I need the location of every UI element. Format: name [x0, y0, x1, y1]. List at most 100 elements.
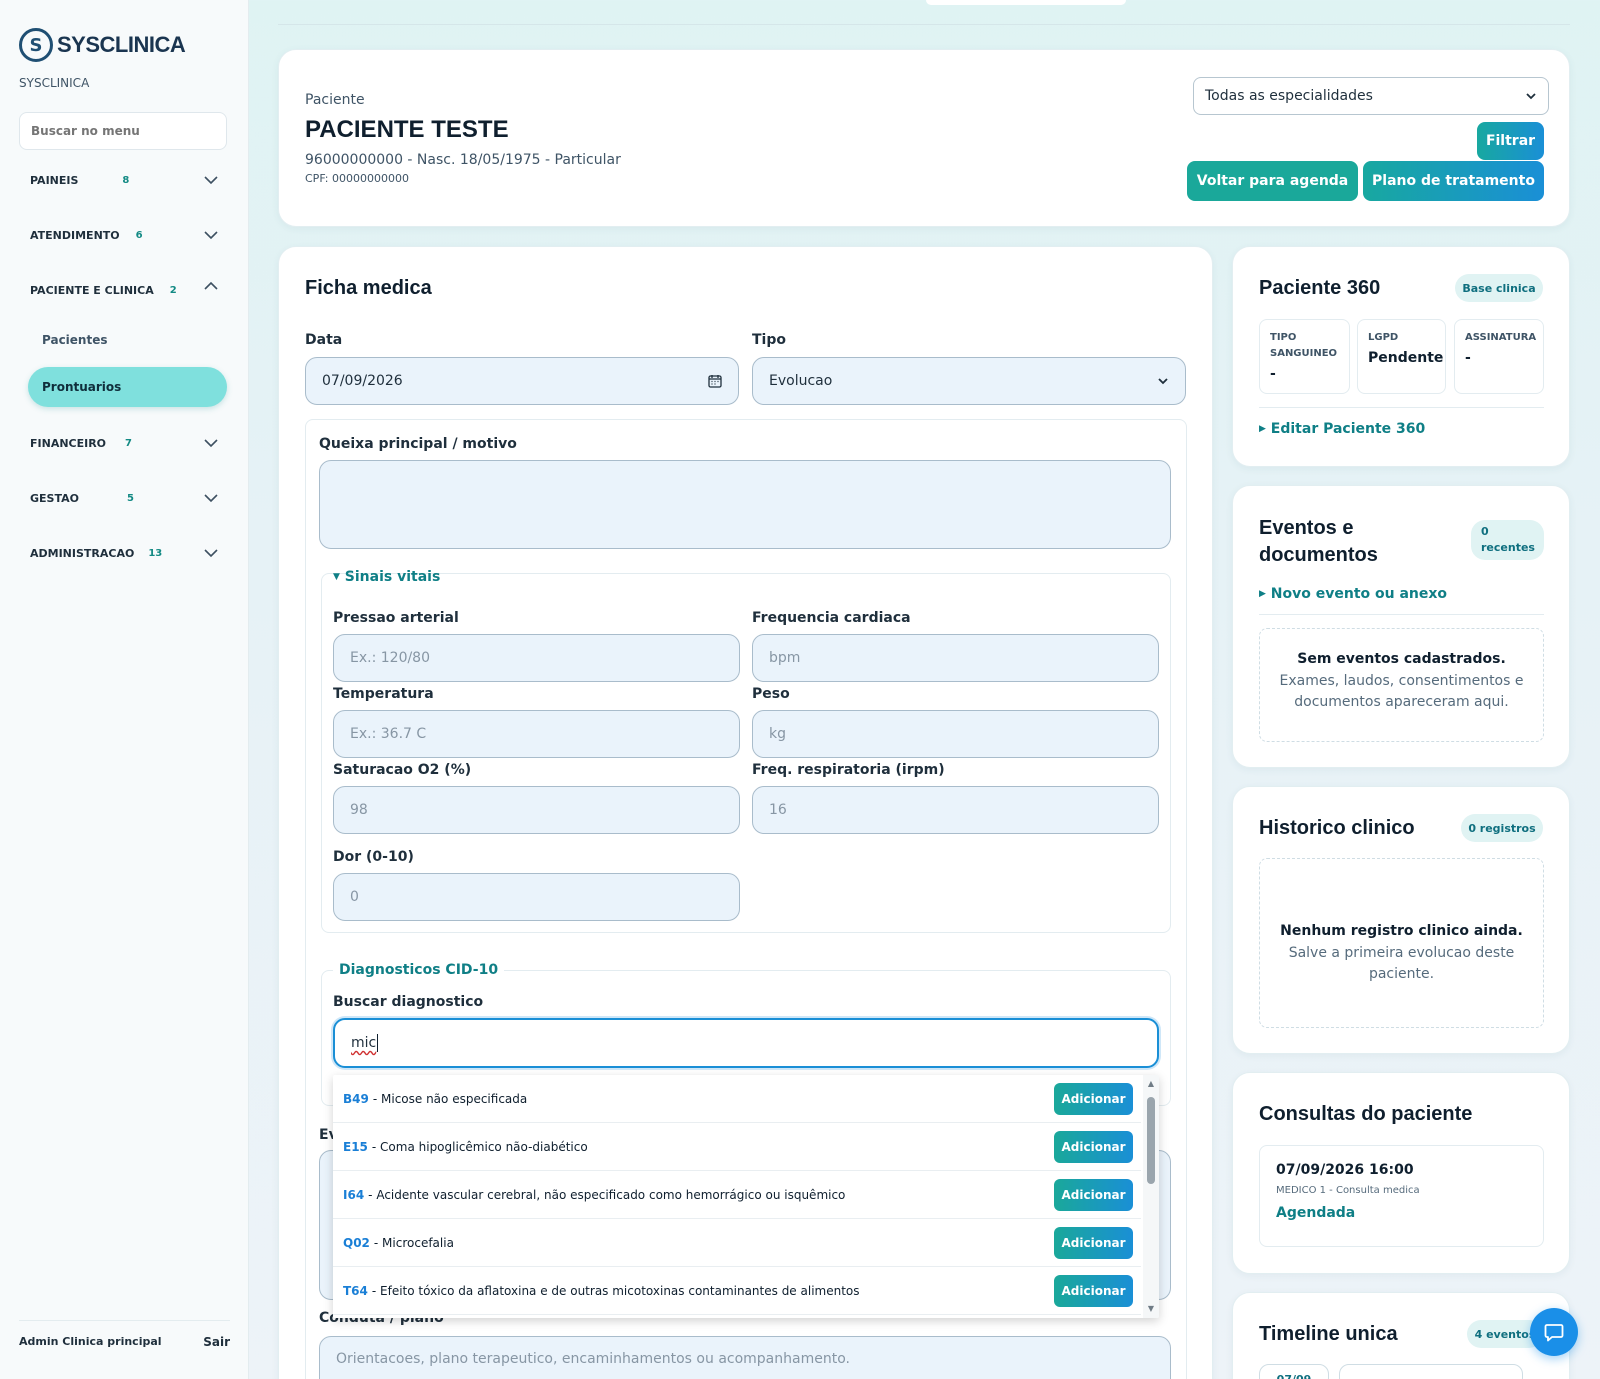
add-diagnosis-button[interactable]: Adicionar	[1054, 1275, 1133, 1307]
type-value: Evolucao	[769, 373, 833, 389]
nav-group-label: PACIENTE E CLINICA	[30, 283, 154, 297]
nav-group-count: 6	[135, 229, 143, 241]
patient-cpf: CPF: 00000000000	[305, 172, 409, 185]
nav-group-count: 2	[169, 284, 177, 296]
caret-right-icon: ▶	[1259, 589, 1266, 599]
complaint-textarea[interactable]	[319, 460, 1171, 549]
vitals-toggle[interactable]: ▼ Sinais vitais	[333, 569, 440, 585]
nav-group-atendimento[interactable]: ATENDIMENTO 6	[19, 217, 229, 253]
appointments-card: Consultas do paciente 07/09/2026 16:00 M…	[1232, 1072, 1570, 1274]
nav-group-financeiro[interactable]: FINANCEIRO 7	[19, 425, 229, 461]
empty-title: Nenhum registro clinico ainda.	[1280, 923, 1523, 939]
nav-group-count: 5	[126, 492, 134, 504]
patient-info: 96000000000 - Nasc. 18/05/1975 - Particu…	[305, 152, 621, 168]
brand-logo-icon: S	[19, 28, 53, 62]
oxygen-saturation-input[interactable]: 98	[333, 786, 740, 834]
chevron-up-icon	[204, 281, 218, 290]
edit-patient-360-toggle[interactable]: ▶ Editar Paciente 360	[1259, 421, 1425, 437]
top-tab	[926, 0, 1126, 5]
respiratory-rate-input[interactable]: 16	[752, 786, 1159, 834]
divider	[1259, 614, 1544, 615]
vital-label: Pressao arterial	[333, 610, 459, 626]
nav-group-count: 13	[148, 547, 163, 559]
back-to-schedule-button[interactable]: Voltar para agenda	[1187, 161, 1358, 201]
weight-input[interactable]: kg	[752, 710, 1159, 758]
nav-group-label: ADMINISTRACAO	[30, 546, 135, 560]
nav-item-prontuarios[interactable]: Prontuarios	[28, 367, 227, 407]
lgpd-tile: LGPD Pendente	[1357, 319, 1446, 394]
cid-code: Q02	[343, 1235, 370, 1250]
cid-search-input[interactable]: mic	[333, 1018, 1159, 1068]
cid-result-row[interactable]: E15 - Coma hipoglicêmico não-diabético A…	[333, 1123, 1141, 1171]
nav-group-administracao[interactable]: ADMINISTRACAO 13	[19, 535, 229, 571]
nav-group-count: 7	[125, 437, 133, 449]
cid-code: E15	[343, 1139, 368, 1154]
tile-value: -	[1465, 350, 1471, 366]
vital-label: Frequencia cardiaca	[752, 610, 911, 626]
scroll-up-icon[interactable]: ▲	[1146, 1079, 1156, 1089]
chevron-down-icon	[1526, 93, 1536, 100]
logout-link[interactable]: Sair	[203, 1335, 230, 1349]
events-card: Eventos e documentos 0 recentes ▶ Novo e…	[1232, 485, 1570, 768]
complaint-label: Queixa principal / motivo	[319, 436, 517, 452]
treatment-plan-button[interactable]: Plano de tratamento	[1363, 161, 1544, 201]
timeline-title: Timeline unica	[1259, 1323, 1398, 1345]
chevron-down-icon	[204, 439, 218, 448]
blood-type-tile: TIPO SANGUINEO -	[1259, 319, 1350, 394]
nav-group-count: 8	[122, 174, 130, 186]
patient-360-title: Paciente 360	[1259, 277, 1381, 299]
add-diagnosis-button[interactable]: Adicionar	[1054, 1179, 1133, 1211]
nav-group-paineis[interactable]: PAINEIS 8	[19, 162, 229, 198]
sidebar: S SYSCLINICA SYSCLINICA PAINEIS 8 ATENDI…	[0, 0, 249, 1379]
cid-code: B49	[343, 1091, 369, 1106]
empty-description: Exames, laudos, consentimentos e documen…	[1279, 673, 1524, 710]
add-diagnosis-button[interactable]: Adicionar	[1054, 1227, 1133, 1259]
blood-pressure-input[interactable]: Ex.: 120/80	[333, 634, 740, 682]
dropdown-scrollbar[interactable]: ▲ ▼	[1143, 1075, 1159, 1318]
appointment-doctor: MEDICO 1 - Consulta medica	[1276, 1185, 1420, 1196]
clinical-history-card: Historico clinico 0 registros Nenhum reg…	[1232, 786, 1570, 1054]
nav-item-pacientes[interactable]: Pacientes	[28, 320, 227, 360]
new-event-toggle[interactable]: ▶ Novo evento ou anexo	[1259, 586, 1447, 602]
chat-button[interactable]	[1530, 1308, 1578, 1356]
vital-label: Temperatura	[333, 686, 434, 702]
nav-group-paciente-e-clinica[interactable]: PACIENTE E CLINICA 2	[19, 272, 229, 308]
cid-legend: Diagnosticos CID-10	[333, 962, 505, 978]
appointment-item[interactable]: 07/09/2026 16:00 MEDICO 1 - Consulta med…	[1259, 1145, 1544, 1247]
scroll-thumb[interactable]	[1147, 1097, 1155, 1184]
conduct-textarea[interactable]: Orientacoes, plano terapeutico, encaminh…	[319, 1336, 1171, 1379]
organization-name: SYSCLINICA	[19, 76, 90, 90]
calendar-icon[interactable]	[708, 374, 722, 388]
specialty-select[interactable]: Todas as especialidades	[1193, 77, 1549, 115]
add-diagnosis-button[interactable]: Adicionar	[1054, 1131, 1133, 1163]
nav-group-gestao[interactable]: GESTAO 5	[19, 480, 229, 516]
timeline-item[interactable]	[1339, 1364, 1523, 1379]
brand-logo[interactable]: S SYSCLINICA	[19, 28, 186, 62]
pain-scale-input[interactable]: 0	[333, 873, 740, 921]
empty-description: Salve a primeira evolucao deste paciente…	[1288, 945, 1515, 982]
temperature-input[interactable]: Ex.: 36.7 C	[333, 710, 740, 758]
cid-result-row[interactable]: Q02 - Microcefalia Adicionar	[333, 1219, 1141, 1267]
vital-label: Peso	[752, 686, 790, 702]
tile-key: ASSINATURA	[1465, 332, 1537, 343]
vital-label: Dor (0-10)	[333, 849, 414, 865]
filter-button[interactable]: Filtrar	[1477, 122, 1544, 160]
cid-result-row[interactable]: I64 - Acidente vascular cerebral, não es…	[333, 1171, 1141, 1219]
cid-result-row[interactable]: B49 - Micose não especificada Adicionar	[333, 1075, 1141, 1123]
chevron-down-icon	[1158, 378, 1168, 385]
new-event-label: Novo evento ou anexo	[1270, 586, 1448, 602]
scroll-down-icon[interactable]: ▼	[1146, 1304, 1156, 1314]
date-input[interactable]: 07/09/2026	[305, 357, 739, 405]
specialty-select-value: Todas as especialidades	[1205, 88, 1373, 104]
signature-tile: ASSINATURA -	[1454, 319, 1544, 394]
heart-rate-input[interactable]: bpm	[752, 634, 1159, 682]
cid-search-value: mic	[351, 1035, 377, 1051]
chevron-down-icon	[204, 549, 218, 558]
add-diagnosis-button[interactable]: Adicionar	[1054, 1083, 1133, 1115]
cid-result-row[interactable]: T64 - Efeito tóxico da aflatoxina e de o…	[333, 1267, 1141, 1315]
chat-icon	[1544, 1324, 1564, 1342]
menu-search-input[interactable]	[19, 112, 227, 150]
clinical-history-title: Historico clinico	[1259, 817, 1415, 839]
caret-down-icon: ▼	[333, 572, 340, 582]
type-select[interactable]: Evolucao	[752, 357, 1186, 405]
